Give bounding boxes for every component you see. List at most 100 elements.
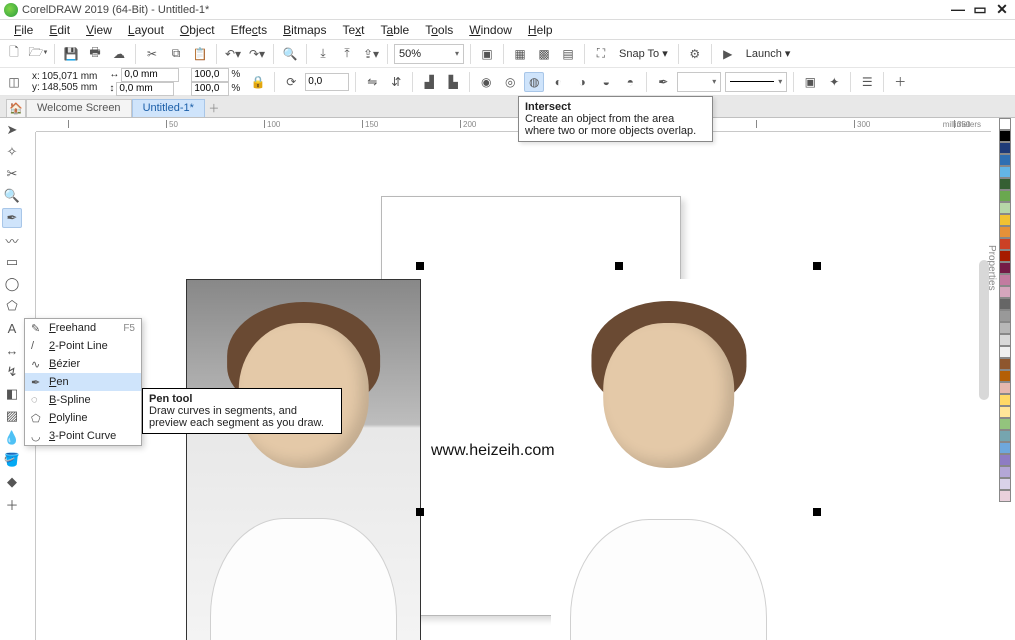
back-minus-front-button[interactable]: ◒ [596, 72, 616, 92]
color-swatch[interactable] [999, 286, 1011, 298]
color-swatch[interactable] [999, 118, 1011, 130]
flyout-item-b-zier[interactable]: ∿Bézier [25, 355, 141, 373]
color-swatch[interactable] [999, 430, 1011, 442]
menu-tools[interactable]: Tools [417, 20, 461, 40]
color-swatch[interactable] [999, 454, 1011, 466]
wrap-text-button[interactable]: ▣ [800, 72, 820, 92]
color-swatch[interactable] [999, 490, 1011, 502]
save-button[interactable]: 💾 [61, 44, 81, 64]
handle-mid-right[interactable] [813, 508, 821, 516]
color-swatch[interactable] [999, 274, 1011, 286]
front-minus-back-button[interactable]: ◑ [572, 72, 592, 92]
weld-button[interactable]: ◉ [476, 72, 496, 92]
lock-ratio-button[interactable]: 🔒 [248, 72, 268, 92]
vertical-scrollbar[interactable] [979, 260, 989, 400]
boundary-button[interactable]: ◓ [620, 72, 640, 92]
ellipse-tool[interactable]: ◯ [2, 274, 22, 294]
menu-window[interactable]: Window [461, 20, 520, 40]
align-distribute-button[interactable]: ☰ [857, 72, 877, 92]
rectangle-tool[interactable]: ▭ [2, 252, 22, 272]
menu-edit[interactable]: Edit [41, 20, 78, 40]
color-swatch[interactable] [999, 406, 1011, 418]
scale-x-input[interactable] [191, 68, 229, 82]
open-button[interactable]: 🗁▾ [28, 44, 48, 64]
color-swatch[interactable] [999, 466, 1011, 478]
canvas[interactable]: www.heizeih.com [36, 132, 991, 640]
mirror-v-button[interactable]: ⇵ [386, 72, 406, 92]
zoom-combo[interactable]: 50%▾ [394, 44, 464, 64]
flyout-item-pen[interactable]: ✒Pen [25, 373, 141, 391]
flyout-item-b-spline[interactable]: ◌B-Spline [25, 391, 141, 409]
color-swatch[interactable] [999, 478, 1011, 490]
drawing-area[interactable]: millimeters 50100150200250300350 www.hei… [24, 118, 991, 640]
interactive-fill-tool[interactable]: 🪣 [2, 450, 22, 470]
order-front-button[interactable]: ▟ [419, 72, 439, 92]
show-grid-button[interactable]: ▩ [534, 44, 554, 64]
copy-button[interactable]: ⧉ [166, 44, 186, 64]
flyout-item-polyline[interactable]: ⬠Polyline [25, 409, 141, 427]
connector-tool[interactable]: ↯ [2, 362, 22, 382]
artistic-media-tool[interactable]: 〰 [2, 230, 22, 250]
menu-object[interactable]: Object [172, 20, 223, 40]
close-button[interactable]: ✕ [993, 3, 1011, 17]
add-preset-button[interactable]: ＋ [890, 72, 910, 92]
color-swatch[interactable] [999, 202, 1011, 214]
paste-button[interactable]: 📋 [190, 44, 210, 64]
menu-bitmaps[interactable]: Bitmaps [275, 20, 334, 40]
add-tab-button[interactable]: ＋ [205, 99, 223, 117]
zoom-tool[interactable]: 🔍 [2, 186, 22, 206]
smart-fill-tool[interactable]: ◆ [2, 472, 22, 492]
menu-table[interactable]: Table [373, 20, 418, 40]
color-swatch[interactable] [999, 382, 1011, 394]
color-swatch[interactable] [999, 214, 1011, 226]
properties-docker-tab[interactable]: Properties [991, 118, 997, 418]
new-button[interactable]: 🗋 [4, 44, 24, 64]
bitmap-image-right[interactable] [551, 279, 786, 640]
color-swatch[interactable] [999, 250, 1011, 262]
toolbox-expand[interactable]: ＋ [2, 494, 22, 514]
menu-help[interactable]: Help [520, 20, 561, 40]
menu-layout[interactable]: Layout [120, 20, 172, 40]
order-back-button[interactable]: ▙ [443, 72, 463, 92]
color-swatch[interactable] [999, 130, 1011, 142]
outline-width-combo[interactable]: ▾ [677, 72, 721, 92]
crop-tool[interactable]: ✂ [2, 164, 22, 184]
launch-dropdown[interactable]: Launch ▾ [742, 47, 795, 60]
options-button[interactable]: ⚙ [685, 44, 705, 64]
height-input[interactable] [116, 82, 174, 96]
color-swatch[interactable] [999, 262, 1011, 274]
color-swatch[interactable] [999, 322, 1011, 334]
drop-shadow-tool[interactable]: ◧ [2, 384, 22, 404]
polygon-tool[interactable]: ⬠ [2, 296, 22, 316]
rotation-input[interactable] [305, 73, 349, 91]
flyout-item-freehand[interactable]: ✎FreehandF5 [25, 319, 141, 337]
export-button[interactable]: ⤒ [337, 44, 357, 64]
color-eyedropper-tool[interactable]: 💧 [2, 428, 22, 448]
ruler-horizontal[interactable]: millimeters 50100150200250300350 [36, 118, 991, 132]
line-style-combo[interactable]: ▾ [725, 72, 787, 92]
color-swatch[interactable] [999, 226, 1011, 238]
search-button[interactable]: 🔍 [280, 44, 300, 64]
handle-top-right[interactable] [813, 262, 821, 270]
show-rulers-button[interactable]: ▦ [510, 44, 530, 64]
home-tab-button[interactable]: 🏠 [6, 99, 26, 117]
scale-y-input[interactable] [191, 82, 229, 96]
color-swatch[interactable] [999, 358, 1011, 370]
redo-button[interactable]: ↷▾ [247, 44, 267, 64]
menu-view[interactable]: View [78, 20, 120, 40]
snap-to-dropdown[interactable]: Snap To ▾ [615, 47, 672, 60]
publish-button[interactable]: ⇪▾ [361, 44, 381, 64]
tab-welcome[interactable]: Welcome Screen [26, 99, 132, 117]
color-swatch[interactable] [999, 190, 1011, 202]
color-swatch[interactable] [999, 178, 1011, 190]
print-button[interactable]: 🖶 [85, 44, 105, 64]
tab-untitled-1[interactable]: Untitled-1* [132, 99, 205, 117]
transparency-tool[interactable]: ▨ [2, 406, 22, 426]
menu-effects[interactable]: Effects [223, 20, 275, 40]
intersect-button[interactable]: ◍ [524, 72, 544, 92]
width-input[interactable] [121, 68, 179, 82]
simplify-button[interactable]: ◐ [548, 72, 568, 92]
mirror-h-button[interactable]: ⇋ [362, 72, 382, 92]
flyout-item-2-point-line[interactable]: /2-Point Line [25, 337, 141, 355]
bitmap-image-left[interactable] [186, 279, 421, 640]
